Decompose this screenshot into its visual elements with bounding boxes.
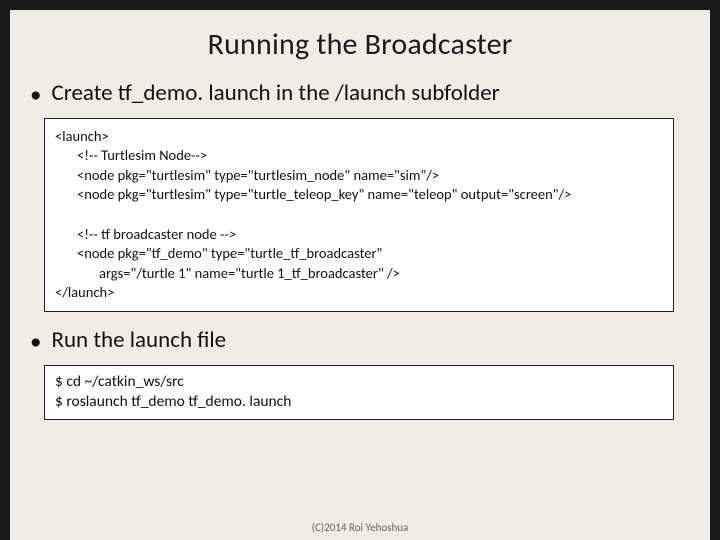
code-line: <!-- Turtlesim Node--> xyxy=(55,146,663,166)
slide-content: Running the Broadcaster • Create tf_demo… xyxy=(10,10,710,540)
code-line: args="/turtle 1" name="turtle 1_tf_broad… xyxy=(55,264,663,284)
slide-frame: Running the Broadcaster • Create tf_demo… xyxy=(0,0,720,540)
code-line: $ cd ~/catkin_ws/src xyxy=(55,372,184,391)
code-line: <!-- tf broadcaster node --> xyxy=(55,225,663,245)
code-block-launch: <launch> <!-- Turtlesim Node--><node pkg… xyxy=(44,118,674,312)
code-line: </launch> xyxy=(55,283,114,301)
bullet-1: • Create tf_demo. launch in the /launch … xyxy=(30,79,692,110)
code-line: <node pkg="tf_demo" type="turtle_tf_broa… xyxy=(55,244,663,264)
bullet-2: • Run the launch file xyxy=(30,326,692,357)
code-line: $ roslaunch tf_demo tf_demo. launch xyxy=(55,392,291,411)
code-line: <node pkg="turtlesim" type="turtle_teleo… xyxy=(55,185,663,205)
code-line: <node pkg="turtlesim" type="turtlesim_no… xyxy=(55,166,663,186)
footer-copyright: (C)2014 Roi Yehoshua xyxy=(10,521,710,534)
bullet-2-text: Run the launch file xyxy=(51,326,226,355)
bullet-1-text: Create tf_demo. launch in the /launch su… xyxy=(51,79,499,108)
code-line: <launch> xyxy=(55,127,109,145)
slide-title: Running the Broadcaster xyxy=(28,26,692,63)
bullet-dot-icon: • xyxy=(30,79,41,110)
bullet-dot-icon: • xyxy=(30,326,41,357)
code-block-run: $ cd ~/catkin_ws/src $ roslaunch tf_demo… xyxy=(44,365,674,421)
